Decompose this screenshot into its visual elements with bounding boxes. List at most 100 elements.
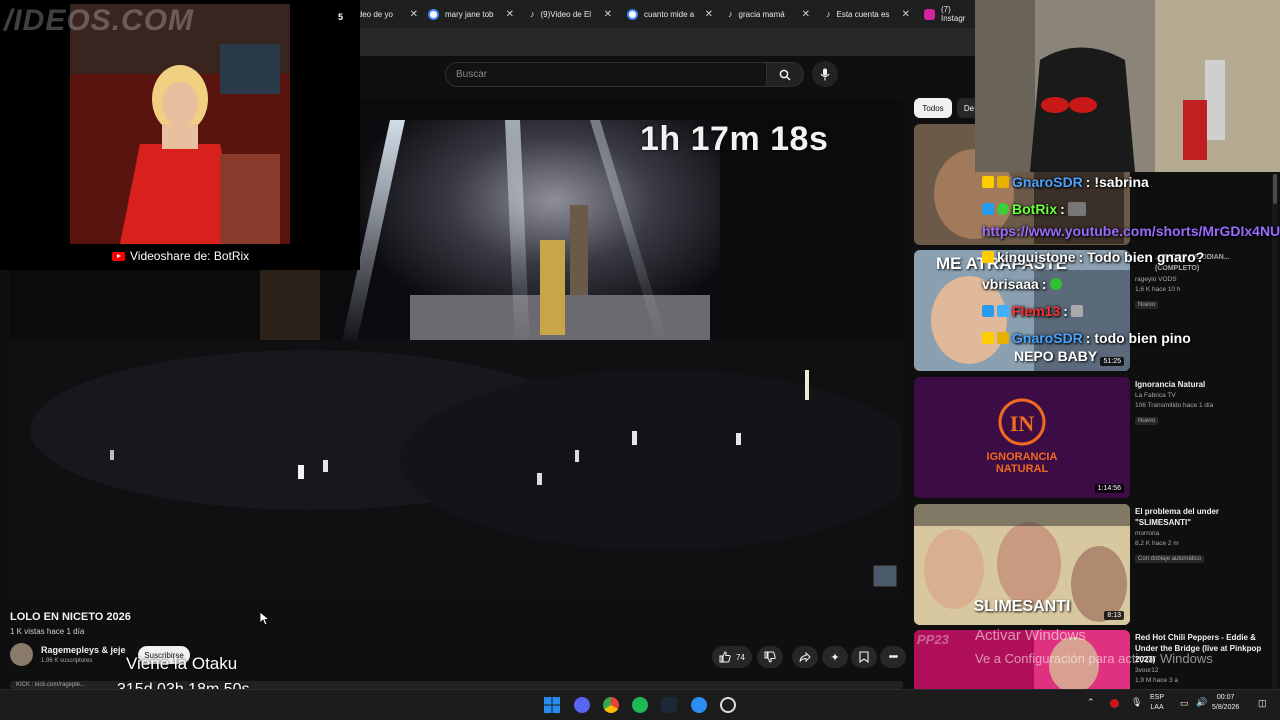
chat-message: GnaroSDR : todo bien pino — [982, 330, 1191, 346]
address-bar[interactable] — [360, 28, 975, 56]
language-top: ESP — [1150, 694, 1165, 701]
video-meta: 1 K vistas hace 1 día — [10, 627, 85, 636]
close-icon[interactable]: ✕ — [705, 9, 713, 20]
close-icon[interactable]: ✕ — [902, 9, 910, 20]
mod-badge-icon — [982, 203, 994, 215]
language-indicator[interactable]: ESP LAA — [1150, 693, 1164, 713]
close-icon[interactable]: ✕ — [506, 9, 514, 20]
thumbnail-text: IGNORANCIA — [986, 451, 1058, 463]
microphone-tray-icon[interactable]: 🎙 — [1131, 697, 1142, 707]
browser-tab[interactable]: (7) Instagr — [924, 0, 975, 28]
recommendation-thumbnail[interactable]: SLIMESANTI 8:13 — [914, 504, 1130, 625]
singer-image — [70, 4, 290, 244]
thumbnail-text: NATURAL — [995, 463, 1049, 475]
dislike-button[interactable] — [757, 646, 783, 668]
screen: ideo de yo ✕ mary jane tob ✕ ♪ (9)Video … — [0, 0, 1280, 720]
chat-link[interactable]: https://www.youtube.com/shorts/MrGDIx4NU — [982, 223, 1280, 239]
browser-tab[interactable]: ♪ Esta cuenta es ✕ — [826, 0, 910, 28]
youtube-logo-icon — [112, 251, 125, 261]
chat-username: GnaroSDR — [1012, 330, 1083, 346]
chat-username: Flem13 — [1012, 303, 1061, 319]
browser-tab[interactable]: ideo de yo ✕ — [356, 0, 418, 28]
search-input[interactable]: Buscar — [445, 62, 767, 87]
more-actions-button[interactable]: ••• — [880, 646, 906, 668]
stream-timer: 1h 17m 18s — [640, 120, 829, 158]
chrome-icon[interactable] — [603, 697, 619, 713]
mouse-cursor-icon — [260, 612, 270, 626]
chat-text: : todo bien pino — [1085, 330, 1191, 346]
channel-watermark-thumb[interactable] — [873, 565, 897, 587]
notifications-icon[interactable]: ◫ — [1258, 698, 1267, 708]
chevron-up-icon[interactable]: ⌃ — [1087, 697, 1095, 707]
tab-label: (9)Video de El — [540, 9, 592, 19]
search-icon — [779, 69, 791, 81]
discord-icon[interactable] — [574, 697, 590, 713]
clock-date: 5/8/2026 — [1212, 704, 1240, 711]
recommendation-channel: morrona — [1135, 530, 1160, 537]
chat-message: vbrisaaa : — [982, 276, 1062, 292]
save-button[interactable] — [851, 646, 877, 668]
share-button[interactable] — [792, 646, 818, 668]
webcam-overlay — [975, 0, 1280, 172]
close-icon[interactable]: ✕ — [802, 9, 810, 20]
ask-ai-button[interactable]: ✦ — [822, 646, 848, 668]
channel-avatar[interactable] — [10, 643, 33, 666]
tiktok-icon: ♪ — [728, 9, 733, 19]
close-icon[interactable]: ✕ — [410, 9, 418, 20]
tray-app-icon[interactable] — [1110, 699, 1119, 712]
description-snippet: KICK : kick.com/rageple... — [16, 682, 86, 688]
recommendation-stats: 1,6 K hace 10 h — [1135, 286, 1181, 293]
crown-badge-icon — [997, 332, 1009, 344]
sidebar-scrollbar[interactable] — [1272, 174, 1278, 689]
auto-dub-badge: Con doblaje automático — [1135, 555, 1205, 563]
chat-username: vbrisaaa — [982, 276, 1039, 292]
recommendation-info[interactable]: Ignorancia Natural La Fabrica TV 106 Tra… — [1135, 379, 1275, 427]
chat-message: BotRix : — [982, 201, 1086, 217]
recommendation-thumbnail[interactable]: IN IGNORANCIA NATURAL 1:14:56 — [914, 377, 1130, 498]
windows-start-icon[interactable] — [544, 697, 560, 713]
browser-tab[interactable]: ♪ gracia mamá ✕ — [728, 0, 810, 28]
share-icon — [799, 651, 811, 663]
steam-icon[interactable] — [661, 697, 677, 713]
recommendation-info[interactable]: El problema del under "SLIMESANTI" morro… — [1135, 506, 1275, 565]
browser-tab[interactable]: cuanto mide a ✕ — [627, 0, 713, 28]
bookmark-icon — [859, 651, 869, 663]
overlay-badge: 5 — [338, 12, 344, 22]
tiktok-icon: ♪ — [530, 9, 535, 19]
microphone-icon — [820, 68, 830, 80]
activate-windows-title: Activar Windows — [975, 627, 1086, 644]
chat-message: kinguistone : Todo bien gnaro? — [982, 249, 1204, 265]
recommendation-title: Ignorancia Natural — [1135, 380, 1206, 389]
video-duration: 51:25 — [1100, 357, 1124, 366]
spotify-icon[interactable] — [632, 697, 648, 713]
new-badge: Nuevo — [1135, 417, 1159, 425]
scrollbar-thumb[interactable] — [1273, 174, 1277, 204]
chat-text: : — [1041, 276, 1047, 292]
chat-message: GnaroSDR : !sabrina — [982, 174, 1149, 190]
verified-badge-icon — [997, 203, 1009, 215]
browser-tab[interactable]: mary jane tob ✕ — [428, 0, 514, 28]
recommendation-stats: 106 Transmitido hace 1 día — [1135, 402, 1214, 409]
tab-label: gracia mamá — [738, 9, 785, 19]
browser-tab[interactable]: ♪ (9)Video de El ✕ — [530, 0, 612, 28]
chat-text: : Todo bien gnaro? — [1078, 249, 1205, 265]
tab-label: cuanto mide a — [644, 9, 695, 19]
videoshare-caption-text: Videoshare de: BotRix — [130, 249, 250, 263]
channel-name[interactable]: Ragemepleys & jeje — [41, 645, 126, 655]
chat-text: : — [1063, 303, 1068, 319]
close-icon[interactable]: ✕ — [604, 9, 612, 20]
thumbnail-image: IN — [914, 377, 1130, 498]
tab-label: Esta cuenta es — [836, 9, 890, 19]
network-icon[interactable]: ▭ — [1180, 698, 1189, 708]
voice-search-button[interactable] — [812, 61, 838, 87]
clock[interactable]: 00:07 5/8/2026 — [1212, 693, 1239, 713]
thumbs-down-icon — [764, 651, 776, 663]
like-button[interactable]: 74 — [712, 646, 752, 668]
obs-icon[interactable] — [720, 697, 736, 713]
volume-icon[interactable]: 🔊 — [1196, 697, 1207, 707]
search-button[interactable] — [766, 62, 804, 87]
gift-badge-icon — [997, 305, 1009, 317]
app-icon[interactable] — [691, 697, 707, 713]
chat-text: : — [1060, 201, 1065, 217]
chip-todos[interactable]: Todos — [914, 98, 952, 118]
